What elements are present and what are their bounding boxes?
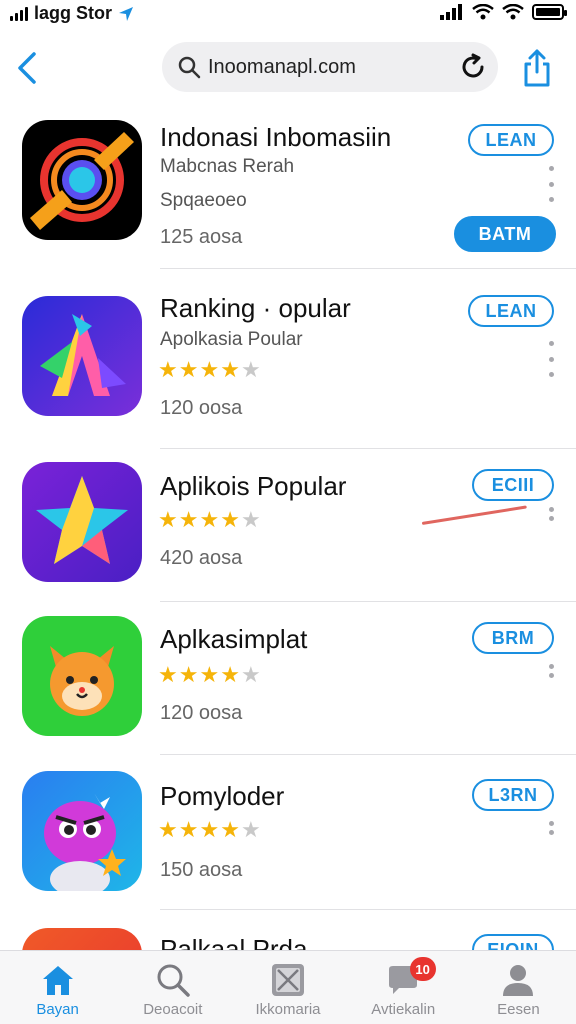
back-button[interactable] (12, 48, 42, 88)
app-downloads: 420 aosa (160, 547, 243, 569)
get-button[interactable]: BRM (472, 622, 554, 654)
app-icon-creature[interactable] (22, 771, 142, 891)
star-icon: ★ (220, 357, 240, 382)
rating-stars: ★ ★ ★ ★ ★ (158, 509, 261, 531)
star-icon: ★ (240, 662, 261, 687)
app-list: Indonasi Inbomasiin Mabcnas Rerah Spqaeo… (0, 104, 576, 950)
tab-apps[interactable]: Ikkomaria (230, 951, 345, 1024)
star-icon: ★ (199, 662, 220, 687)
wifi-icon (472, 4, 494, 20)
home-icon (38, 961, 78, 999)
tab-label: Eesen (497, 1001, 540, 1018)
star-icon: ★ (158, 357, 178, 382)
tab-label: Deoacoit (143, 1001, 203, 1018)
search-icon (153, 961, 193, 999)
get-button[interactable]: EIOIN (472, 934, 554, 950)
install-button[interactable]: BATM (454, 216, 556, 252)
star-icon: ★ (220, 817, 240, 842)
status-bar: lagg Stor (0, 0, 576, 28)
more-options-button[interactable] (544, 166, 558, 202)
app-category: Spqaeoeo (160, 190, 247, 211)
star-icon: ★ (240, 507, 261, 532)
star-icon: ★ (178, 507, 199, 532)
reload-button[interactable] (458, 52, 488, 82)
search-bar[interactable] (162, 42, 498, 92)
location-arrow-icon (119, 6, 134, 21)
chevron-left-icon (18, 52, 36, 84)
get-button[interactable]: LEAN (468, 124, 554, 156)
person-icon (498, 961, 538, 999)
star-icon: ★ (178, 662, 199, 687)
more-options-button[interactable] (544, 821, 558, 835)
rating-stars: ★ ★ ★ ★ ★ (158, 664, 261, 686)
app-title: Indonasi Inbomasiin (160, 122, 392, 152)
app-title: Ranking · opular (160, 293, 351, 323)
star-icon: ★ (199, 817, 220, 842)
star-icon: ★ (220, 662, 240, 687)
tab-label: Bayan (36, 1001, 79, 1018)
app-subtitle: Apolkasia Poular (160, 329, 303, 350)
get-button[interactable]: L3RN (472, 779, 554, 811)
app-icon-red[interactable] (22, 928, 142, 950)
carrier-label: lagg Stor (34, 3, 113, 23)
cellular-signal-icon (10, 6, 28, 21)
search-input[interactable] (208, 55, 428, 79)
more-options-button[interactable] (544, 664, 558, 678)
get-button[interactable]: LEAN (468, 295, 554, 327)
share-icon (524, 49, 550, 87)
tab-home[interactable]: Bayan (0, 951, 115, 1024)
rating-stars: ★ ★ ★ ★ ★ (158, 819, 261, 841)
star-icon: ★ (220, 507, 240, 532)
star-icon: ★ (158, 507, 178, 532)
notification-badge: 10 (409, 957, 436, 981)
search-icon (176, 54, 202, 80)
more-options-button[interactable] (544, 341, 558, 377)
nav-bar (0, 40, 576, 96)
tab-profile[interactable]: Eesen (461, 951, 576, 1024)
tab-search[interactable]: Deoacoit (115, 951, 230, 1024)
get-button[interactable]: ECIII (472, 469, 554, 501)
app-downloads: 120 oosa (160, 397, 243, 419)
list-item[interactable]: Ranking · opular Apolkasia Poular ★ ★ ★ ★ ★ … (0, 269, 576, 449)
tab-label: Avtiekalin (371, 1001, 436, 1018)
share-button[interactable] (518, 46, 556, 90)
star-icon: ★ (178, 357, 199, 382)
app-title: Aplikois Popular (160, 471, 347, 501)
star-icon: ★ (240, 357, 261, 382)
reload-icon (462, 53, 484, 78)
more-options-button[interactable] (544, 507, 558, 521)
app-icon-cat[interactable] (22, 616, 142, 736)
list-item[interactable]: Aplikois Popular ★ ★ ★ ★ ★ 420 aosa ECIII (0, 449, 576, 602)
tab-chat[interactable]: 10 Avtiekalin (346, 951, 461, 1024)
app-downloads: 120 oosa (160, 702, 243, 724)
status-right (440, 4, 567, 20)
star-icon: ★ (178, 817, 199, 842)
rating-stars: ★ ★ ★ ★ ★ (158, 359, 261, 381)
app-subtitle: Mabcnas Rerah (160, 156, 295, 177)
app-downloads: 150 aosa (160, 859, 243, 881)
list-item[interactable]: Pomyloder ★ ★ ★ ★ ★ 150 aosa L3RN (0, 755, 576, 910)
apps-icon (268, 961, 308, 999)
app-downloads: 125 aosa (160, 226, 243, 248)
app-title: Aplkasimplat (160, 624, 308, 654)
star-icon: ★ (158, 817, 178, 842)
star-icon: ★ (240, 817, 261, 842)
tab-bar: Bayan Deoacoit Ikkomaria 10 Avtiekalin E… (0, 950, 576, 1024)
star-icon: ★ (158, 662, 178, 687)
list-item[interactable]: Palkaal Prda EIOIN (0, 910, 576, 950)
list-item[interactable]: Aplkasimplat ★ ★ ★ ★ ★ 120 oosa BRM (0, 602, 576, 755)
app-icon-ring[interactable] (22, 120, 142, 240)
status-left: lagg Stor (10, 3, 134, 24)
app-icon-letter-a[interactable] (22, 296, 142, 416)
star-icon: ★ (199, 507, 220, 532)
list-item[interactable]: Indonasi Inbomasiin Mabcnas Rerah Spqaeo… (0, 104, 576, 269)
wifi-icon-secondary (502, 4, 524, 20)
app-title: Palkaal Prda (160, 934, 308, 950)
tab-label: Ikkomaria (255, 1001, 321, 1018)
star-icon: ★ (199, 357, 220, 382)
app-icon-star[interactable] (22, 462, 142, 582)
signal-strength-icon (440, 4, 462, 20)
battery-icon (532, 4, 567, 20)
app-title: Pomyloder (160, 781, 285, 811)
